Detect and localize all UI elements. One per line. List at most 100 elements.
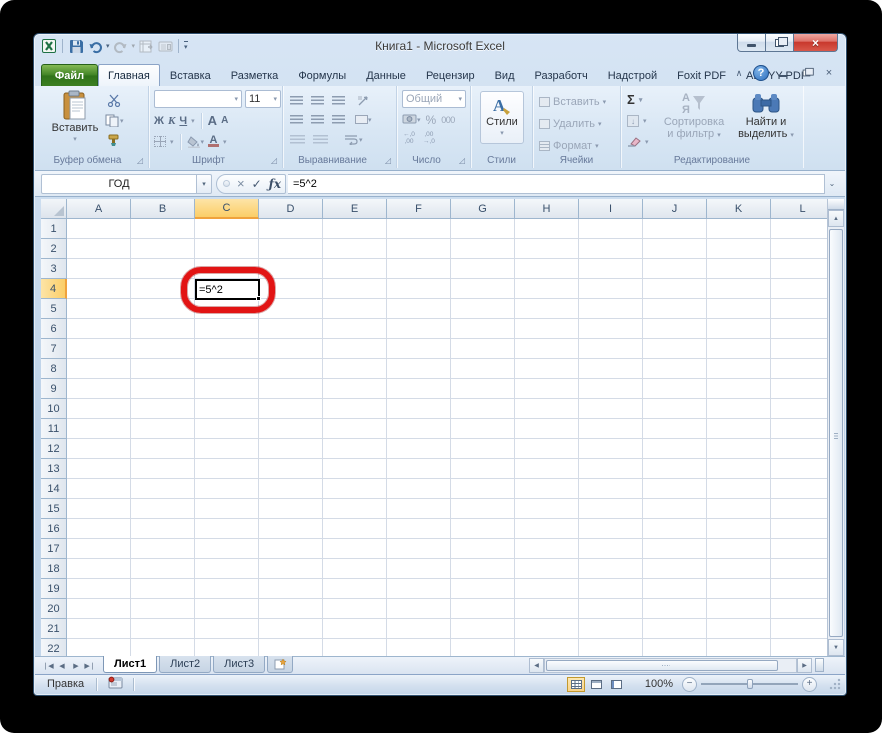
next-sheet-icon[interactable]: ▶ <box>69 657 83 674</box>
horizontal-split-handle[interactable] <box>815 658 824 672</box>
column-header-D[interactable]: D <box>259 199 323 219</box>
tab-вставка[interactable]: Вставка <box>160 64 221 86</box>
tab-данные[interactable]: Данные <box>356 64 416 86</box>
font-dialog-launcher[interactable]: ◿ <box>269 155 279 165</box>
tab-разметка[interactable]: Разметка <box>221 64 289 86</box>
tab-надстрой[interactable]: Надстрой <box>598 64 667 86</box>
format-painter-button[interactable] <box>105 132 124 149</box>
row-header-8[interactable]: 8 <box>41 359 67 379</box>
workbook-minimize-icon[interactable] <box>774 65 792 81</box>
cut-button[interactable] <box>105 92 124 109</box>
row-header-15[interactable]: 15 <box>41 499 67 519</box>
zoom-level[interactable]: 100% <box>645 678 673 690</box>
resize-grip[interactable] <box>829 678 841 690</box>
styles-button[interactable]: A Стили ▾ <box>480 91 524 144</box>
qat-customize-button[interactable]: ▾ <box>184 41 188 51</box>
collapse-ribbon-icon[interactable]: ∧ <box>730 65 748 81</box>
qat-form-icon[interactable] <box>157 38 173 54</box>
row-header-2[interactable]: 2 <box>41 239 67 259</box>
underline-button[interactable]: Ч <box>179 112 187 129</box>
tab-главная[interactable]: Главная <box>98 64 160 86</box>
macro-record-button[interactable] <box>107 676 123 692</box>
row-header-19[interactable]: 19 <box>41 579 67 599</box>
horizontal-scrollbar[interactable]: ◀ ▶ <box>529 657 812 673</box>
prev-sheet-icon[interactable]: ◀ <box>55 657 69 674</box>
decrease-indent-icon[interactable] <box>290 135 305 144</box>
sort-filter-button[interactable]: АЯ Сортировка и фильтр ▾ <box>657 90 731 142</box>
view-page-break-button[interactable] <box>607 677 625 692</box>
view-page-layout-button[interactable] <box>587 677 605 692</box>
row-header-10[interactable]: 10 <box>41 399 67 419</box>
cell-grid[interactable]: =5^2 <box>67 219 827 656</box>
tab-разработч[interactable]: Разработч <box>525 64 598 86</box>
tab-foxit-pdf[interactable]: Foxit PDF <box>667 64 736 86</box>
font-color-dropdown[interactable]: ▾ <box>223 138 227 146</box>
name-box-dropdown[interactable]: ▾ <box>197 173 212 194</box>
row-header-13[interactable]: 13 <box>41 459 67 479</box>
vertical-split-handle[interactable] <box>828 199 844 210</box>
insert-function-button[interactable]: ƒx <box>269 177 281 191</box>
font-name-combo[interactable]: ▾ <box>154 90 242 108</box>
borders-dropdown[interactable]: ▾ <box>170 138 174 146</box>
orientation-button[interactable] <box>357 92 371 109</box>
sheet-tab-лист1[interactable]: Лист1 <box>103 656 158 673</box>
shrink-font-button[interactable]: А <box>221 112 228 129</box>
row-header-5[interactable]: 5 <box>41 299 67 319</box>
sheet-tab-лист2[interactable]: Лист2 <box>159 656 212 673</box>
zoom-track[interactable] <box>701 679 798 689</box>
view-normal-button[interactable] <box>567 676 585 692</box>
merge-center-button[interactable]: ▾ <box>355 111 372 128</box>
align-center-icon[interactable] <box>311 115 324 124</box>
scroll-left-icon[interactable]: ◀ <box>529 657 544 673</box>
autosum-button[interactable]: Σ ▾ <box>627 91 649 108</box>
find-select-button[interactable]: Найти и выделить ▾ <box>733 90 799 142</box>
row-header-20[interactable]: 20 <box>41 599 67 619</box>
row-header-11[interactable]: 11 <box>41 419 67 439</box>
column-header-H[interactable]: H <box>515 199 579 219</box>
copy-button[interactable]: ▾ <box>105 112 124 129</box>
font-size-combo[interactable]: 11 ▾ <box>245 90 281 108</box>
expand-formula-bar-icon[interactable]: ⌄ <box>825 174 839 194</box>
align-left-icon[interactable] <box>290 115 303 124</box>
select-all-corner[interactable] <box>41 199 67 219</box>
number-dialog-launcher[interactable]: ◿ <box>457 155 467 165</box>
font-color-button[interactable]: А <box>208 133 220 150</box>
close-button[interactable]: × <box>793 34 838 52</box>
row-header-12[interactable]: 12 <box>41 439 67 459</box>
underline-dropdown[interactable]: ▾ <box>191 117 195 125</box>
alignment-dialog-launcher[interactable]: ◿ <box>383 155 393 165</box>
row-header-21[interactable]: 21 <box>41 619 67 639</box>
zoom-in-button[interactable]: + <box>802 676 817 692</box>
row-header-4[interactable]: 4 <box>41 279 67 299</box>
name-box[interactable]: ГОД <box>41 173 197 194</box>
comma-style-button[interactable]: 000 <box>441 111 455 128</box>
undo-button[interactable] <box>87 38 103 54</box>
column-header-A[interactable]: A <box>67 199 131 219</box>
cancel-entry-button[interactable]: × <box>237 176 245 191</box>
column-header-F[interactable]: F <box>387 199 451 219</box>
align-top-icon[interactable] <box>290 96 303 105</box>
increase-indent-icon[interactable] <box>313 135 328 144</box>
accounting-format-button[interactable]: ▾ <box>402 111 421 128</box>
align-bottom-icon[interactable] <box>332 96 345 105</box>
sheet-tab-лист3[interactable]: Лист3 <box>213 656 266 673</box>
italic-button[interactable]: К <box>168 112 175 129</box>
paste-dropdown[interactable]: ▾ <box>73 134 77 146</box>
row-header-3[interactable]: 3 <box>41 259 67 279</box>
column-header-L[interactable]: L <box>771 199 827 219</box>
increase-decimal-button[interactable]: ←,0,00 <box>403 131 415 145</box>
undo-dropdown[interactable]: ▾ <box>106 42 110 50</box>
last-sheet-icon[interactable]: ▶❘ <box>83 657 97 674</box>
column-header-G[interactable]: G <box>451 199 515 219</box>
row-header-16[interactable]: 16 <box>41 519 67 539</box>
grow-font-button[interactable]: А <box>208 112 217 129</box>
column-header-J[interactable]: J <box>643 199 707 219</box>
wrap-text-button[interactable]: ▾ <box>344 131 363 148</box>
row-header-22[interactable]: 22 <box>41 639 67 656</box>
redo-dropdown[interactable]: ▾ <box>132 42 136 50</box>
bold-button[interactable]: Ж <box>154 112 164 129</box>
column-header-I[interactable]: I <box>579 199 643 219</box>
paste-button[interactable]: Вставить ▾ <box>49 90 101 146</box>
workbook-restore-icon[interactable] <box>797 65 815 81</box>
insert-sheet-button[interactable] <box>267 656 294 673</box>
